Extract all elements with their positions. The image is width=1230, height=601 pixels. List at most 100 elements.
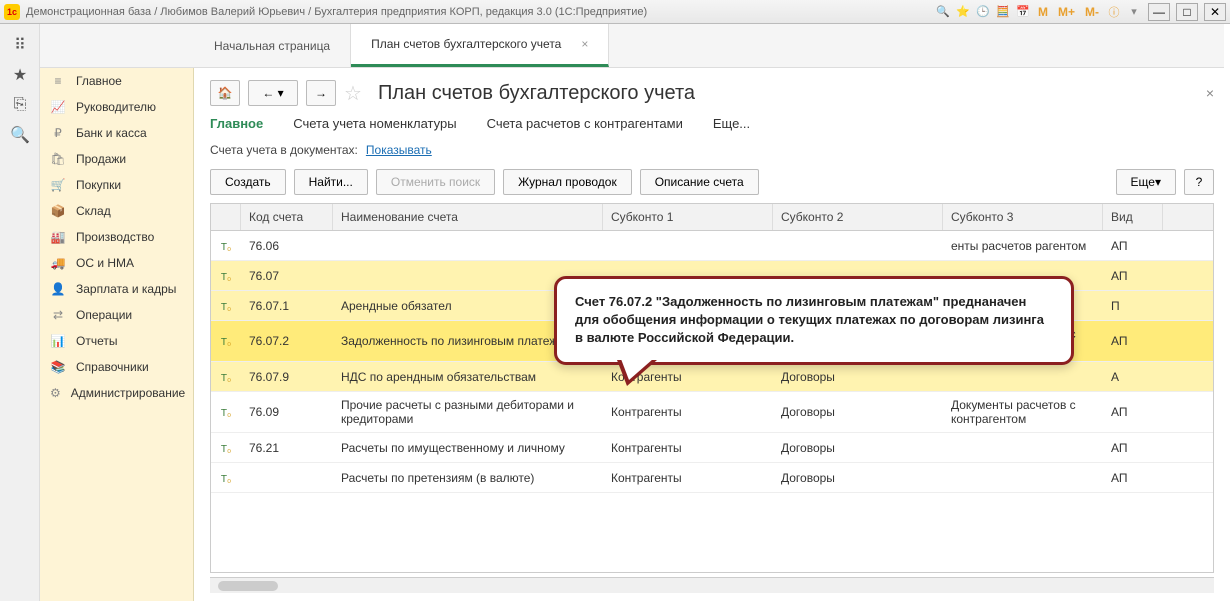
row-icon: T₀ — [211, 328, 241, 354]
cell-sub1: Контрагенты — [603, 435, 773, 461]
star-icon[interactable]: ★ — [0, 60, 40, 90]
row-icon: T₀ — [211, 233, 241, 259]
table-row[interactable]: T₀76.06енты расчетов рагентомАП — [211, 231, 1213, 261]
column-sub1[interactable]: Субконто 1 — [603, 204, 773, 230]
cell-code: 76.07 — [241, 263, 333, 289]
titlebar-icon[interactable]: 📅 — [1015, 4, 1031, 20]
cell-code: 76.06 — [241, 233, 333, 259]
sidebar-item-references[interactable]: 📚Справочники — [40, 354, 193, 380]
column-icon[interactable] — [211, 204, 241, 230]
subtab-more[interactable]: Еще... — [713, 116, 750, 133]
table-row[interactable]: T₀76.09Прочие расчеты с разными дебитора… — [211, 392, 1213, 433]
sidebar-item-warehouse[interactable]: 📦Склад — [40, 198, 193, 224]
m-plus-button[interactable]: M+ — [1055, 5, 1078, 19]
table-row[interactable]: T₀76.21Расчеты по имущественному и лично… — [211, 433, 1213, 463]
find-button[interactable]: Найти... — [294, 169, 368, 195]
create-button[interactable]: Создать — [210, 169, 286, 195]
titlebar-icon[interactable]: 🧮 — [995, 4, 1011, 20]
favorite-icon[interactable]: ☆ — [344, 81, 362, 106]
info-icon[interactable]: ⓘ — [1106, 4, 1122, 20]
filter-link[interactable]: Показывать — [366, 143, 432, 157]
cell-sub3 — [943, 472, 1103, 484]
tab-close-icon[interactable]: × — [581, 37, 588, 51]
cell-code: 76.07.9 — [241, 364, 333, 390]
sidebar-item-reports[interactable]: 📊 Отчеты — [40, 328, 193, 354]
row-icon: T₀ — [211, 364, 241, 390]
column-kind[interactable]: Вид — [1103, 204, 1163, 230]
content-header: 🏠 ← ▾ → ☆ План счетов бухгалтерского уче… — [210, 80, 1214, 106]
description-button[interactable]: Описание счета — [640, 169, 759, 195]
cell-kind: АП — [1103, 328, 1163, 354]
subtab-nomenclature[interactable]: Счета учета номенклатуры — [293, 116, 456, 133]
journal-button[interactable]: Журнал проводок — [503, 169, 632, 195]
subtab-main[interactable]: Главное — [210, 116, 263, 133]
sidebar-item-production[interactable]: 🏭Производство — [40, 224, 193, 250]
cell-kind: АП — [1103, 435, 1163, 461]
dropdown-icon[interactable]: ▾ — [1126, 4, 1142, 20]
tabs-bar: Начальная страница План счетов бухгалтер… — [40, 24, 1224, 68]
column-sub3[interactable]: Субконто 3 — [943, 204, 1103, 230]
books-icon: 📚 — [50, 360, 66, 374]
filter-label: Счета учета в документах: — [210, 143, 358, 157]
page-title: План счетов бухгалтерского учета — [378, 82, 695, 105]
sidebar-item-assets[interactable]: 🚚ОС и НМА — [40, 250, 193, 276]
swap-icon: ⇄ — [50, 308, 66, 322]
sidebar-item-admin[interactable]: ⚙Администрирование — [40, 380, 193, 406]
column-name[interactable]: Наименование счета — [333, 204, 603, 230]
report-icon: 📊 — [50, 334, 66, 348]
bag-icon: 🛍 — [50, 152, 66, 166]
callout-text: Счет 76.07.2 "Задолженность по лизинговы… — [575, 294, 1044, 345]
pin-icon[interactable]: ⎘ — [0, 90, 40, 120]
column-sub2[interactable]: Субконто 2 — [773, 204, 943, 230]
sidebar-item-operations[interactable]: ⇄Операции — [40, 302, 193, 328]
close-button[interactable]: ✕ — [1204, 3, 1226, 21]
sidebar-item-main[interactable]: ≡Главное — [40, 68, 193, 94]
titlebar-icon[interactable]: ⭐ — [955, 4, 971, 20]
more-button[interactable]: Еще ▾ — [1116, 169, 1176, 195]
m-button[interactable]: M — [1035, 5, 1051, 19]
table-row[interactable]: T₀76.07.9НДС по арендным обязательствамК… — [211, 362, 1213, 392]
chart-icon: 📈 — [50, 100, 66, 114]
horizontal-scrollbar[interactable] — [210, 577, 1214, 593]
page-close-icon[interactable]: × — [1206, 85, 1214, 101]
sidebar-label: Главное — [76, 74, 122, 88]
titlebar: 1c Демонстрационная база / Любимов Валер… — [0, 0, 1230, 24]
row-icon: T₀ — [211, 399, 241, 425]
sidebar-label: Отчеты — [76, 334, 117, 348]
table-row[interactable]: T₀Расчеты по претензиям (в валюте)Контра… — [211, 463, 1213, 493]
m-minus-button[interactable]: M- — [1082, 5, 1102, 19]
scrollbar-thumb[interactable] — [218, 581, 278, 591]
minimize-button[interactable]: — — [1148, 3, 1170, 21]
sidebar-item-sales[interactable]: 🛍Продажи — [40, 146, 193, 172]
help-button[interactable]: ? — [1184, 169, 1214, 195]
apps-icon[interactable]: ⠿ — [0, 30, 40, 60]
sidebar-item-purchases[interactable]: 🛒Покупки — [40, 172, 193, 198]
titlebar-icon[interactable]: 🕒 — [975, 4, 991, 20]
start-page-tab[interactable]: Начальная страница — [194, 24, 351, 67]
titlebar-icon[interactable]: 🔍 — [935, 4, 951, 20]
sidebar-item-bank[interactable]: ₽Банк и касса — [40, 120, 193, 146]
sidebar-label: Склад — [76, 204, 111, 218]
cell-kind: АП — [1103, 399, 1163, 425]
cell-name: НДС по арендным обязательствам — [333, 364, 603, 390]
maximize-button[interactable]: □ — [1176, 3, 1198, 21]
search-icon[interactable]: 🔍 — [0, 120, 40, 150]
column-code[interactable]: Код счета — [241, 204, 333, 230]
sidebar-label: Производство — [76, 230, 154, 244]
data-grid: Код счета Наименование счета Субконто 1 … — [210, 203, 1214, 573]
forward-button[interactable]: → — [306, 80, 336, 106]
back-button[interactable]: ← ▾ — [248, 80, 298, 106]
active-tab[interactable]: План счетов бухгалтерского учета × — [351, 24, 609, 67]
titlebar-icons: 🔍 ⭐ 🕒 🧮 📅 M M+ M- ⓘ ▾ — □ ✕ — [935, 3, 1226, 21]
home-button[interactable]: 🏠 — [210, 80, 240, 106]
row-icon: T₀ — [211, 293, 241, 319]
subtab-counterparties[interactable]: Счета расчетов с контрагентами — [487, 116, 683, 133]
cell-sub2: Договоры — [773, 435, 943, 461]
sidebar-item-salary[interactable]: 👤Зарплата и кадры — [40, 276, 193, 302]
cell-sub3: Документы расчетов с контрагентом — [943, 392, 1103, 432]
row-icon: T₀ — [211, 263, 241, 289]
cell-sub2: Договоры — [773, 399, 943, 425]
sidebar-item-manager[interactable]: 📈Руководителю — [40, 94, 193, 120]
cell-code — [241, 472, 333, 484]
sidebar-label: ОС и НМА — [76, 256, 134, 270]
